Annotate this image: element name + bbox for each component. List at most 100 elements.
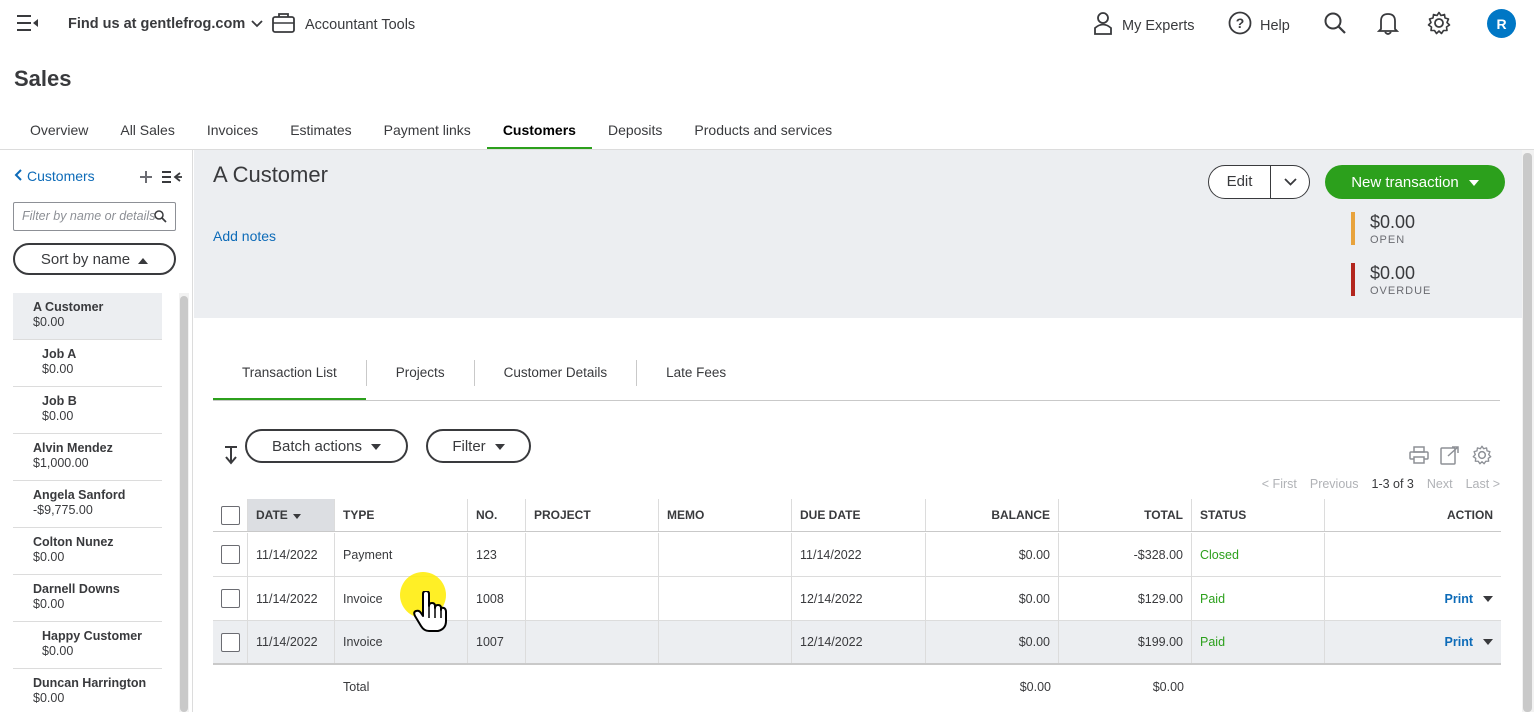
- customer-name-title: A Customer: [213, 162, 328, 187]
- column-header-date[interactable]: DATE: [248, 499, 335, 531]
- caret-up-icon: [138, 251, 149, 268]
- row-checkbox-cell: [213, 577, 248, 620]
- due-date-cell: 11/14/2022: [792, 533, 926, 576]
- tab-projects[interactable]: Projects: [367, 355, 474, 401]
- column-header-memo[interactable]: MEMO: [659, 499, 792, 531]
- customer-list-item[interactable]: Colton Nunez $0.00: [13, 528, 162, 575]
- balance-cell: $0.00: [926, 533, 1059, 576]
- export-icon[interactable]: [1440, 445, 1460, 470]
- back-to-customers-link[interactable]: Customers: [14, 168, 95, 184]
- my-experts-button[interactable]: My Experts: [1093, 11, 1195, 40]
- gear-icon[interactable]: [1427, 11, 1451, 40]
- chevron-down-icon: [1283, 173, 1297, 191]
- tab-all-sales[interactable]: All Sales: [104, 114, 190, 150]
- customer-list-item[interactable]: Job B $0.00: [13, 387, 162, 434]
- project-cell: [526, 533, 659, 576]
- customer-filter-input[interactable]: Filter by name or details: [13, 202, 176, 231]
- date-cell: 11/14/2022: [248, 621, 335, 663]
- edit-dropdown-button[interactable]: [1271, 166, 1309, 198]
- edit-button-group: Edit: [1208, 165, 1310, 199]
- new-transaction-button[interactable]: New transaction: [1325, 165, 1505, 199]
- briefcase-icon: [272, 12, 295, 38]
- company-selector[interactable]: Find us at gentlefrog.com: [68, 16, 263, 32]
- column-header-due-date[interactable]: DUE DATE: [792, 499, 926, 531]
- customer-list-item[interactable]: Happy Customer $0.00: [13, 622, 162, 669]
- caret-down-icon: [1468, 174, 1479, 191]
- customer-list-item[interactable]: Alvin Mendez $1,000.00: [13, 434, 162, 481]
- caret-down-icon[interactable]: [1483, 592, 1493, 606]
- sort-caret-down-icon: [292, 508, 301, 522]
- row-checkbox[interactable]: [220, 632, 240, 652]
- pager-last[interactable]: Last >: [1466, 477, 1500, 491]
- batch-actions-button[interactable]: Batch actions: [245, 429, 408, 463]
- bell-icon[interactable]: [1376, 11, 1400, 40]
- accountant-tools-label: Accountant Tools: [305, 17, 416, 33]
- total-cell: $199.00: [1059, 621, 1192, 663]
- tab-late-fees[interactable]: Late Fees: [637, 355, 755, 401]
- print-icon[interactable]: [1409, 446, 1429, 469]
- tab-deposits[interactable]: Deposits: [592, 114, 678, 150]
- overdue-amount: $0.00: [1370, 263, 1416, 283]
- edit-button[interactable]: Edit: [1209, 166, 1271, 198]
- row-checkbox[interactable]: [220, 545, 240, 564]
- column-header-no[interactable]: NO.: [468, 499, 526, 531]
- column-header-status[interactable]: STATUS: [1192, 499, 1325, 531]
- pager-previous[interactable]: Previous: [1310, 477, 1359, 491]
- print-action-link[interactable]: Print: [1445, 635, 1493, 649]
- add-notes-link[interactable]: Add notes: [213, 228, 276, 244]
- column-header-total[interactable]: TOTAL: [1059, 499, 1192, 531]
- pager-count: 1-3 of 3: [1371, 477, 1414, 491]
- total-cell: $129.00: [1059, 577, 1192, 620]
- tab-estimates[interactable]: Estimates: [274, 114, 367, 150]
- collapse-list-icon[interactable]: [162, 170, 182, 189]
- customer-list-item[interactable]: Duncan Harrington $0.00: [13, 669, 162, 712]
- column-header-project[interactable]: PROJECT: [526, 499, 659, 531]
- tab-customers[interactable]: Customers: [486, 114, 593, 150]
- caret-down-icon: [371, 438, 382, 455]
- accountant-tools-button[interactable]: Accountant Tools: [272, 12, 415, 38]
- customer-list-item[interactable]: Darnell Downs $0.00: [13, 575, 162, 622]
- help-button[interactable]: ? Help: [1228, 11, 1290, 40]
- table-row[interactable]: 11/14/2022 Payment 123 11/14/2022 $0.00 …: [213, 533, 1501, 577]
- column-header-type[interactable]: TYPE: [335, 499, 468, 531]
- back-label: Customers: [27, 168, 95, 184]
- row-checkbox[interactable]: [220, 589, 240, 608]
- tab-invoices[interactable]: Invoices: [191, 114, 274, 150]
- help-label: Help: [1260, 17, 1290, 34]
- table-row[interactable]: 11/14/2022 Invoice 1007 12/14/2022 $0.00…: [213, 621, 1501, 665]
- customer-list-scroll-thumb[interactable]: [180, 296, 188, 712]
- memo-cell: [659, 577, 792, 620]
- action-cell: [1325, 533, 1501, 576]
- total-label: Total: [343, 680, 370, 694]
- status-cell: Paid: [1192, 621, 1325, 663]
- customer-list-item[interactable]: A Customer $0.00: [13, 293, 162, 340]
- avatar[interactable]: R: [1487, 9, 1516, 38]
- status-cell: Paid: [1192, 577, 1325, 620]
- table-settings-gear-icon[interactable]: [1472, 445, 1492, 470]
- main-scroll-thumb[interactable]: [1523, 153, 1532, 712]
- no-cell: 1007: [468, 621, 526, 663]
- tab-transaction-list[interactable]: Transaction List: [213, 355, 366, 401]
- tab-overview[interactable]: Overview: [14, 114, 104, 150]
- sort-arrow-icon[interactable]: [222, 445, 240, 470]
- caret-down-icon[interactable]: [1483, 635, 1493, 649]
- memo-cell: [659, 533, 792, 576]
- pager-first[interactable]: < First: [1262, 477, 1297, 491]
- tab-products-and-services[interactable]: Products and services: [678, 114, 848, 150]
- tab-customer-details[interactable]: Customer Details: [475, 355, 637, 401]
- add-customer-icon[interactable]: [139, 170, 153, 189]
- print-action-link[interactable]: Print: [1445, 592, 1493, 606]
- customer-list: A Customer $0.00 Job A $0.00 Job B $0.00 Al…: [0, 293, 176, 712]
- customer-list-item[interactable]: Angela Sanford -$9,775.00: [13, 481, 162, 528]
- pager-next[interactable]: Next: [1427, 477, 1453, 491]
- filter-button[interactable]: Filter: [426, 429, 531, 463]
- customer-list-item[interactable]: Job A $0.00: [13, 340, 162, 387]
- open-label: OPEN: [1370, 234, 1406, 246]
- tab-payment-links[interactable]: Payment links: [368, 114, 487, 150]
- expert-person-icon: [1093, 11, 1113, 40]
- menu-collapse-icon[interactable]: [17, 14, 39, 32]
- search-icon[interactable]: [1323, 11, 1347, 40]
- column-header-balance[interactable]: BALANCE: [926, 499, 1059, 531]
- select-all-checkbox[interactable]: [220, 505, 240, 525]
- sort-by-name-button[interactable]: Sort by name: [13, 243, 176, 275]
